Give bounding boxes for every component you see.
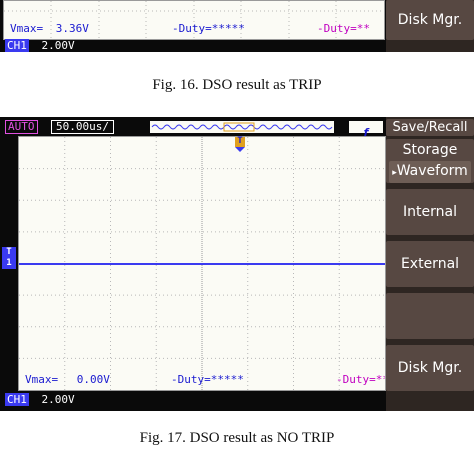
duty-readout-2: -Duty=** (317, 22, 370, 35)
storage-button[interactable]: Storage ▸Waveform (386, 139, 474, 183)
channel-scale-readout: CH1 2.00V (5, 39, 75, 52)
waveform-grid: Vmax= 0.00V -Duty=***** -Duty=** (18, 136, 386, 391)
trigger-position-marker: T (234, 136, 246, 153)
vmax-label-2: Vmax= (25, 373, 59, 386)
menu-title-save-recall: Save/Recall (386, 119, 474, 136)
vmax-value: 3.36V (55, 22, 89, 35)
channel-scale: 2.00V (41, 39, 75, 52)
channel-scale-2: 2.00V (41, 393, 75, 406)
duty-readout-3: -Duty=***** (171, 373, 244, 386)
duty-readout-4: -Duty=** (336, 373, 386, 386)
figure-caption-17: Fig. 17. DSO result as NO TRIP (139, 430, 335, 446)
empty-menu-button[interactable] (386, 293, 474, 339)
side-menu: Save/Recall Storage ▸Waveform Internal E… (386, 117, 474, 411)
internal-button[interactable]: Internal (386, 189, 474, 235)
scope-screen-bottom: AUTO 50.00us/ f Vmax= 0.00V -Duty=***** … (0, 117, 474, 411)
waveform-grid-top: Vmax= 3.36V -Duty=***** -Duty=** (3, 0, 385, 40)
vmax-label: Vmax= (10, 22, 44, 35)
vmax-readout: Vmax= 3.36V (10, 22, 89, 35)
channel-ground-marker: T 1 (2, 247, 16, 269)
scope-screen-top: Vmax= 3.36V -Duty=***** -Duty=** CH1 2.0… (0, 0, 474, 52)
figure-caption-16: Fig. 16. DSO result as TRIP (152, 77, 322, 93)
channel-marker-bottom: 1 (6, 258, 12, 268)
disk-mgr-button[interactable]: Disk Mgr. (386, 0, 474, 40)
mode-badge: AUTO (5, 120, 38, 134)
memory-depth-bar (150, 121, 334, 133)
storage-value-waveform: ▸Waveform (389, 161, 471, 183)
channel-marker-top: T (6, 247, 12, 257)
external-button[interactable]: External (386, 241, 474, 287)
vmax-value-2: 0.00V (76, 373, 110, 386)
side-menu-top: Disk Mgr. (386, 0, 474, 52)
trigger-marker-label: T (237, 136, 243, 146)
timebase-readout: 50.00us/ (51, 120, 114, 134)
trigger-indicator: f (349, 121, 383, 139)
channel-label: CH1 (5, 39, 29, 52)
disk-mgr-button-2[interactable]: Disk Mgr. (386, 345, 474, 391)
grid-lines (19, 137, 385, 390)
storage-label: Storage (402, 142, 458, 158)
memory-waveform-icon (151, 122, 333, 132)
channel-label-2: CH1 (5, 393, 29, 406)
duty-readout-1: -Duty=***** (172, 22, 245, 35)
vmax-readout-2: Vmax= 0.00V (25, 373, 110, 386)
waveform-label: Waveform (396, 163, 468, 179)
channel-scale-readout-2: CH1 2.00V (5, 393, 75, 406)
